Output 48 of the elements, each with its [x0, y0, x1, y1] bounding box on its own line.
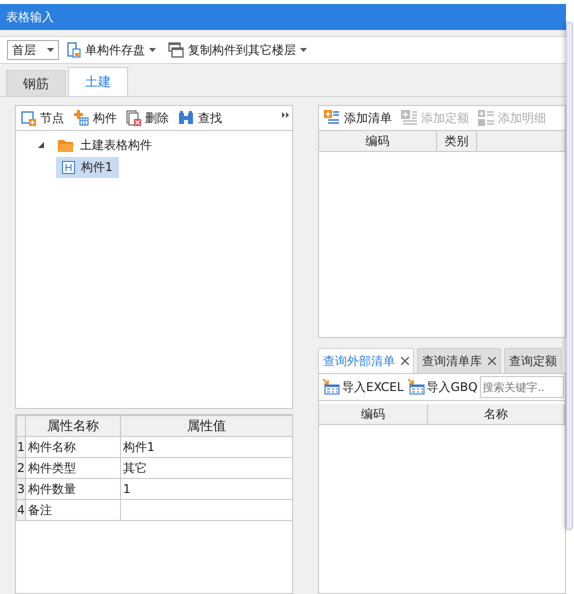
tab[interactable]: 土建: [68, 67, 128, 96]
delete-document-icon: [126, 110, 141, 126]
tree-item[interactable]: 土建表格构件: [52, 134, 158, 156]
tab[interactable]: 查询外部清单: [318, 348, 414, 373]
tree-item[interactable]: 构件1: [56, 156, 119, 178]
dropdown-value: 首层: [12, 42, 36, 58]
close-icon[interactable]: [488, 357, 496, 365]
tab[interactable]: 钢筋: [6, 70, 66, 96]
table-cell: 1: [120, 478, 292, 500]
row-number: 4: [16, 500, 26, 520]
floor-dropdown[interactable]: 首层: [7, 40, 59, 60]
table-cell: 其它: [120, 458, 292, 478]
tab[interactable]: 查询定额: [504, 348, 562, 373]
row-number: 2: [16, 458, 26, 478]
row-number: 1: [16, 436, 26, 458]
column-header: 属性名称: [26, 416, 120, 436]
import-excel-icon: [322, 379, 340, 395]
column-header: 属性值: [120, 416, 292, 436]
window-icon: [168, 42, 184, 58]
add-quota-icon: [401, 110, 417, 126]
search-field[interactable]: 搜索关键字..: [480, 376, 564, 398]
caret-icon: [300, 48, 307, 52]
table-cell: 备注: [26, 500, 120, 520]
caret-icon: [47, 48, 54, 52]
add-list-icon: [324, 110, 340, 126]
component-icon: [62, 160, 75, 174]
import-gbq-icon: [406, 379, 425, 395]
caret-icon: [149, 48, 156, 52]
tab[interactable]: 查询清单库: [417, 348, 501, 373]
add-node-icon: [21, 110, 36, 126]
table-cell: 构件1: [120, 436, 292, 458]
expand-triangle-icon[interactable]: [38, 142, 44, 148]
window-title: 表格输入: [6, 8, 54, 26]
add-component-icon: [73, 110, 89, 126]
overflow-icon[interactable]: [282, 112, 289, 118]
row-number: 3: [16, 478, 26, 500]
table-cell: 构件名称: [26, 436, 120, 458]
column-header: 类别: [437, 131, 477, 151]
column-header: 名称: [428, 404, 565, 424]
table-cell: 构件类型: [26, 458, 120, 478]
binoculars-icon: [178, 111, 194, 125]
document-icon: [67, 42, 81, 58]
column-header: 编码: [319, 131, 437, 151]
table-cell: 构件数量: [26, 478, 120, 500]
folder-icon: [58, 138, 74, 152]
column-header: 编码: [319, 404, 428, 424]
add-detail-icon: [478, 110, 494, 126]
close-icon[interactable]: [401, 357, 409, 365]
